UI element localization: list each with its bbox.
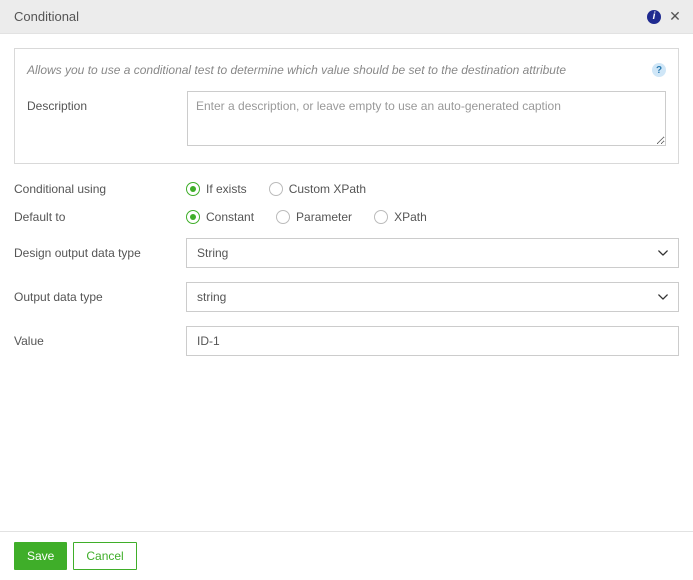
select-wrap: string [186,282,679,312]
select-value: String [197,246,228,260]
select-design-output-data-type[interactable]: String [186,238,679,268]
radio-label: Parameter [296,210,352,224]
description-row: Description [27,91,666,149]
radio-if-exists[interactable]: If exists [186,182,247,196]
radio-label: XPath [394,210,427,224]
row-design-output-data-type: Design output data type String [14,238,679,268]
radio-icon [269,182,283,196]
label-value: Value [14,334,186,348]
chevron-down-icon [658,248,668,258]
row-output-data-type: Output data type string [14,282,679,312]
value-input[interactable] [186,326,679,356]
description-label: Description [27,91,187,113]
radio-constant[interactable]: Constant [186,210,254,224]
label-default-to: Default to [14,210,186,224]
row-conditional-using: Conditional using If exists Custom XPath [14,182,679,196]
label-output-data-type: Output data type [14,290,186,304]
radio-xpath[interactable]: XPath [374,210,427,224]
dialog-header: Conditional i ✕ [0,0,693,34]
radio-label: Constant [206,210,254,224]
description-input-wrap [187,91,666,149]
radio-label: If exists [206,182,247,196]
row-value: Value [14,326,679,356]
dialog-content: Allows you to use a conditional test to … [0,34,693,356]
info-icon[interactable]: i [647,10,661,24]
radio-label: Custom XPath [289,182,366,196]
description-input[interactable] [187,91,666,146]
select-output-data-type[interactable]: string [186,282,679,312]
save-button[interactable]: Save [14,542,67,570]
row-default-to: Default to Constant Parameter XPath [14,210,679,224]
select-value: string [197,290,226,304]
select-wrap: String [186,238,679,268]
radio-parameter[interactable]: Parameter [276,210,352,224]
radio-icon [374,210,388,224]
panel-help-row: Allows you to use a conditional test to … [27,63,666,77]
cancel-button[interactable]: Cancel [73,542,136,570]
description-panel: Allows you to use a conditional test to … [14,48,679,164]
radio-icon [276,210,290,224]
radio-icon [186,182,200,196]
chevron-down-icon [658,292,668,302]
radio-custom-xpath[interactable]: Custom XPath [269,182,366,196]
radio-group-conditional-using: If exists Custom XPath [186,182,679,196]
radio-group-default-to: Constant Parameter XPath [186,210,679,224]
label-design-output-data-type: Design output data type [14,246,186,260]
radio-icon [186,210,200,224]
panel-help-text: Allows you to use a conditional test to … [27,63,652,77]
close-icon[interactable]: ✕ [667,9,683,25]
label-conditional-using: Conditional using [14,182,186,196]
value-input-wrap [186,326,679,356]
dialog-title: Conditional [14,9,647,24]
header-icons: i ✕ [647,9,683,25]
dialog-footer: Save Cancel [0,531,693,580]
help-icon[interactable]: ? [652,63,666,77]
